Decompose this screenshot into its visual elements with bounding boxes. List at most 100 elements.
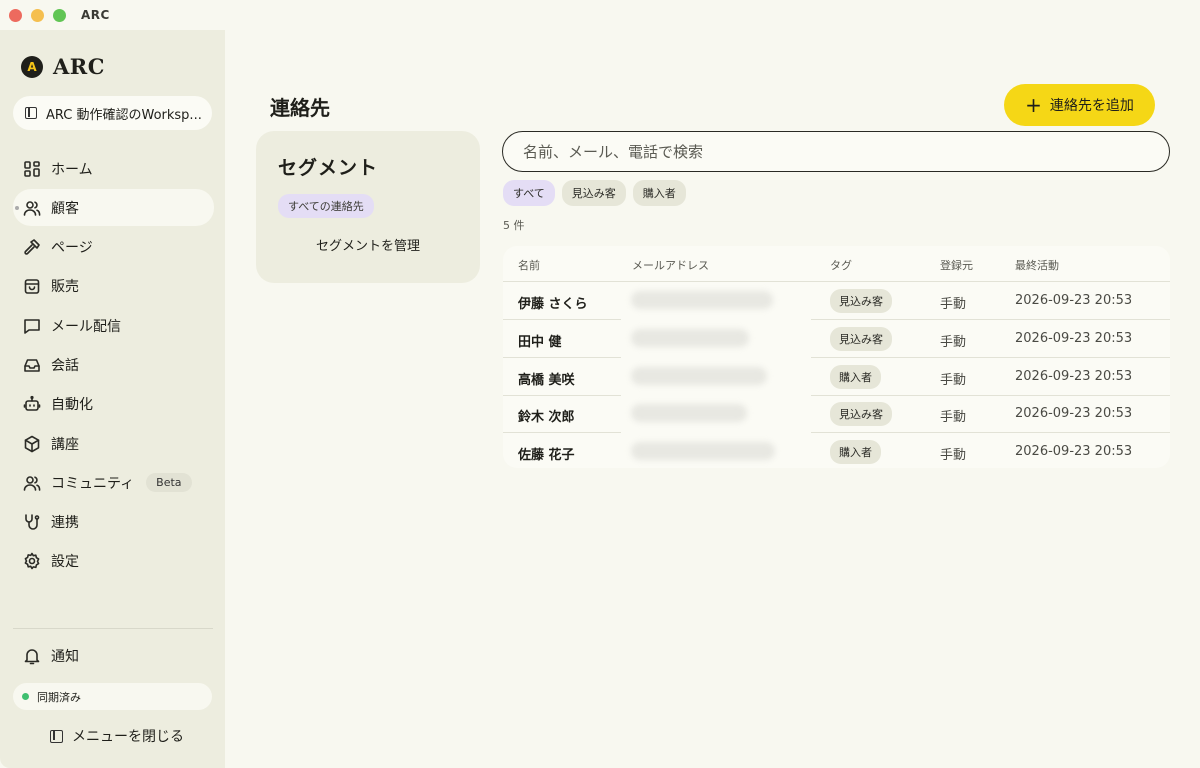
bag-icon bbox=[23, 277, 41, 295]
sidebar-item-settings[interactable]: 設定 bbox=[13, 543, 214, 580]
table-row[interactable]: 高橋 美咲 購入者 手動 2026-09-23 20:53 bbox=[503, 358, 1170, 396]
sidebar-item-label: 自動化 bbox=[51, 397, 93, 414]
sidebar-item-label: 連携 bbox=[51, 515, 79, 532]
grid-icon bbox=[23, 160, 41, 178]
tag-badge: 見込み客 bbox=[830, 402, 892, 426]
sidebar-panel-icon bbox=[25, 107, 37, 119]
table-row[interactable]: 田中 健 見込み客 手動 2026-09-23 20:53 bbox=[503, 320, 1170, 358]
sidebar-item-home[interactable]: ホーム bbox=[13, 150, 214, 187]
sidebar-item-conversations[interactable]: 会話 bbox=[13, 346, 214, 383]
column-header-source[interactable]: 登録元 bbox=[940, 257, 973, 273]
email-redacted bbox=[631, 442, 775, 460]
close-menu-label: メニューを閉じる bbox=[72, 729, 184, 745]
window-title: ARC bbox=[81, 8, 110, 22]
email-redacted bbox=[631, 404, 747, 422]
email-cell bbox=[621, 433, 811, 468]
bell-icon bbox=[23, 647, 41, 665]
filter-buyers[interactable]: 購入者 bbox=[632, 180, 686, 206]
manage-segments-button[interactable]: セグメントを管理 bbox=[256, 235, 480, 254]
minimize-window-button[interactable] bbox=[31, 8, 44, 22]
source-cell: 手動 bbox=[940, 448, 967, 463]
sidebar-item-label: ホーム bbox=[51, 161, 93, 178]
sidebar-item-label: コミュニティ bbox=[51, 475, 135, 492]
contact-name: 高橋 美咲 bbox=[518, 373, 575, 388]
close-menu-button[interactable]: メニューを閉じる bbox=[50, 726, 184, 746]
app-window: ARC A ARC ARC 動作確認のWorksp... ホーム 顧客 ページ … bbox=[0, 0, 1200, 768]
sidebar-nav: ホーム 顧客 ページ 販売 メール配信 会話 自動化 講座 コミュニティ Bet… bbox=[13, 150, 214, 582]
sidebar-item-label: 会話 bbox=[51, 357, 79, 374]
sidebar-item-automation[interactable]: 自動化 bbox=[13, 386, 214, 423]
plus-icon: + bbox=[1025, 93, 1042, 117]
column-header-tag[interactable]: タグ bbox=[830, 257, 852, 273]
email-cell bbox=[621, 358, 811, 396]
sidebar-item-sales[interactable]: 販売 bbox=[13, 268, 214, 305]
email-cell bbox=[621, 320, 811, 358]
result-count: 5 件 bbox=[503, 219, 525, 232]
source-cell: 手動 bbox=[940, 297, 967, 312]
plug-icon bbox=[23, 513, 41, 531]
column-header-last-activity[interactable]: 最終活動 bbox=[1015, 257, 1059, 273]
last-activity-cell: 2026-09-23 20:53 bbox=[1015, 369, 1133, 384]
contacts-table: 名前 メールアドレス タグ 登録元 最終活動 伊藤 さくら 見込み客 手動 20… bbox=[503, 246, 1170, 468]
message-icon bbox=[23, 317, 41, 335]
search-input[interactable]: 名前、メール、電話で検索 bbox=[502, 131, 1170, 172]
sidebar-divider bbox=[13, 628, 213, 629]
tag-badge: 購入者 bbox=[830, 440, 881, 464]
column-header-name[interactable]: 名前 bbox=[518, 257, 540, 273]
sidebar-panel-icon bbox=[50, 729, 63, 743]
sidebar-item-label: 設定 bbox=[51, 554, 79, 571]
filter-chips: すべて 見込み客 購入者 bbox=[503, 180, 693, 206]
tag-badge: 見込み客 bbox=[830, 289, 892, 313]
last-activity-cell: 2026-09-23 20:53 bbox=[1015, 444, 1133, 459]
segment-title: セグメント bbox=[278, 157, 379, 179]
table-row[interactable]: 佐藤 花子 購入者 手動 2026-09-23 20:53 bbox=[503, 433, 1170, 468]
segment-all-contacts[interactable]: すべての連絡先 bbox=[278, 194, 374, 218]
sync-status-label: 同期済み bbox=[37, 690, 81, 704]
sidebar-item-community[interactable]: コミュニティ Beta bbox=[13, 464, 214, 501]
segment-panel: セグメント すべての連絡先 セグメントを管理 bbox=[256, 131, 480, 283]
brand-name: ARC bbox=[53, 54, 105, 79]
gear-icon bbox=[23, 552, 41, 570]
search-placeholder: 名前、メール、電話で検索 bbox=[523, 143, 704, 161]
sidebar-item-email[interactable]: メール配信 bbox=[13, 307, 214, 344]
table-header: 名前 メールアドレス タグ 登録元 最終活動 bbox=[503, 246, 1170, 282]
source-cell: 手動 bbox=[940, 410, 967, 425]
tag-badge: 見込み客 bbox=[830, 327, 892, 351]
filter-prospects[interactable]: 見込み客 bbox=[561, 180, 626, 206]
zoom-window-button[interactable] bbox=[53, 8, 66, 22]
table-row[interactable]: 伊藤 さくら 見込み客 手動 2026-09-23 20:53 bbox=[503, 282, 1170, 320]
source-cell: 手動 bbox=[940, 373, 967, 388]
sidebar-item-customers[interactable]: 顧客 bbox=[13, 189, 214, 227]
notifications-button[interactable]: 通知 bbox=[23, 646, 79, 666]
brand-logo-icon: A bbox=[21, 55, 43, 78]
brand[interactable]: A ARC bbox=[21, 54, 105, 79]
cube-icon bbox=[23, 435, 41, 453]
email-redacted bbox=[631, 367, 767, 385]
contact-name: 鈴木 次郎 bbox=[518, 410, 575, 425]
sidebar-item-pages[interactable]: ページ bbox=[13, 229, 214, 266]
contact-name: 佐藤 花子 bbox=[518, 448, 575, 463]
sync-status-dot bbox=[22, 693, 29, 700]
title-bar: ARC bbox=[0, 0, 1200, 30]
add-contact-button[interactable]: + 連絡先を追加 bbox=[1004, 84, 1155, 126]
community-icon bbox=[23, 474, 41, 492]
last-activity-cell: 2026-09-23 20:53 bbox=[1015, 406, 1133, 421]
email-redacted bbox=[631, 291, 773, 309]
sidebar-item-courses[interactable]: 講座 bbox=[13, 425, 214, 462]
workspace-switcher[interactable]: ARC 動作確認のWorksp... bbox=[13, 96, 212, 130]
column-header-email[interactable]: メールアドレス bbox=[632, 257, 709, 273]
email-redacted bbox=[631, 329, 749, 347]
filter-all[interactable]: すべて bbox=[503, 180, 555, 206]
sidebar-item-label: 販売 bbox=[51, 279, 79, 296]
sidebar-item-integrations[interactable]: 連携 bbox=[13, 504, 214, 541]
users-icon bbox=[23, 199, 41, 217]
tag-badge: 購入者 bbox=[830, 365, 881, 389]
sidebar-item-label: メール配信 bbox=[51, 318, 121, 335]
add-contact-label: 連絡先を追加 bbox=[1049, 98, 1134, 114]
sync-status: 同期済み bbox=[13, 683, 212, 710]
notifications-label: 通知 bbox=[51, 649, 79, 665]
close-window-button[interactable] bbox=[9, 8, 22, 22]
sidebar-item-label: 講座 bbox=[51, 436, 79, 453]
page-title: 連絡先 bbox=[270, 96, 330, 120]
table-row[interactable]: 鈴木 次郎 見込み客 手動 2026-09-23 20:53 bbox=[503, 395, 1170, 433]
